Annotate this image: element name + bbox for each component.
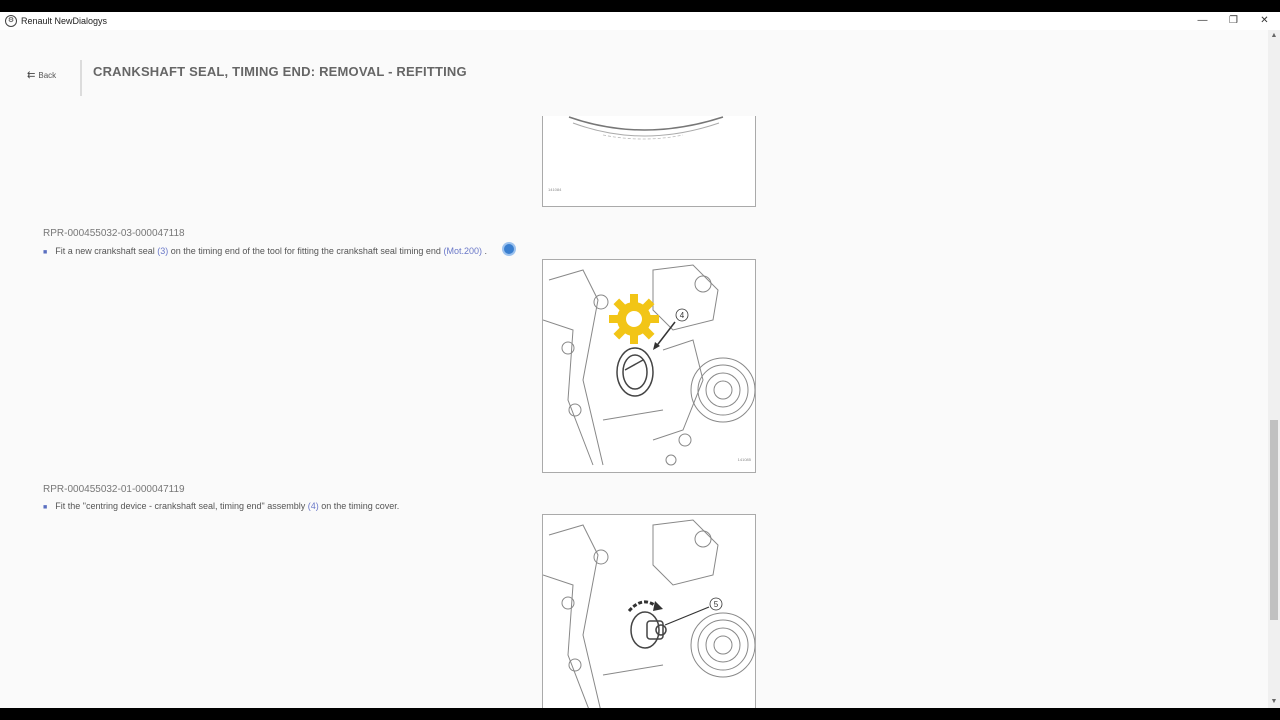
scroll-down-icon[interactable]: ▼ xyxy=(1268,696,1280,708)
window-controls: — ❐ ✕ xyxy=(1187,12,1280,30)
bullet-icon: ■ xyxy=(43,249,48,256)
step-instruction: ■ Fit the "centring device - crankshaft s… xyxy=(43,501,400,511)
figure-1-drawing xyxy=(568,116,724,140)
app-window: ⚙ Renault NewDialogys — ❐ ✕ ⇇ Back CRANK… xyxy=(0,12,1280,708)
figure-3: 5 141086 xyxy=(542,514,756,708)
scrollbar-thumb[interactable] xyxy=(1270,420,1278,620)
title-bar: ⚙ Renault NewDialogys — ❐ ✕ xyxy=(0,12,1280,30)
callout-label: 4 xyxy=(680,311,685,320)
scroll-up-icon[interactable]: ▲ xyxy=(1268,30,1280,42)
figure-3-drawing: 5 xyxy=(543,519,755,708)
gear-icon xyxy=(609,294,659,344)
callout-label: 5 xyxy=(714,600,719,609)
double-arrow-left-icon: ⇇ xyxy=(27,70,36,81)
figure-2-drawing: 4 xyxy=(543,264,755,466)
bullet-icon: ■ xyxy=(43,504,48,511)
close-icon[interactable]: ✕ xyxy=(1249,12,1280,30)
step-reference: RPR-000455032-01-000047119 xyxy=(43,484,185,495)
minimize-icon[interactable]: — xyxy=(1187,12,1218,30)
step-reference: RPR-000455032-03-000047118 xyxy=(43,228,185,239)
figure-code: 141085 xyxy=(737,457,751,462)
tool-link[interactable]: (Mot.2‌0‌0) xyxy=(443,246,482,256)
part-link-4[interactable]: (4) xyxy=(308,501,319,511)
figure-2: 4 141085 xyxy=(542,259,756,473)
mouse-cursor-icon xyxy=(504,244,514,254)
page-title: CRANKSHAFT SEAL, TIMING END: REMOVAL - R… xyxy=(93,64,467,79)
procedure-content: 141084 RPR-000455032-03-000047118 ■ Fit a… xyxy=(0,116,1268,708)
vertical-scrollbar[interactable]: ▲ ▼ xyxy=(1268,30,1280,708)
step-instruction: ■ Fit a new crankshaft seal (3) on the ti… xyxy=(43,246,487,256)
figure-1: 141084 xyxy=(542,116,756,207)
back-label: Back xyxy=(38,71,57,80)
page-header: ⇇ Back CRANKSHAFT SEAL, TIMING END: REMO… xyxy=(0,50,1268,120)
part-link-3[interactable]: (3) xyxy=(157,246,168,256)
app-icon: ⚙ xyxy=(5,15,17,27)
header-divider xyxy=(80,60,82,96)
window-title: Renault NewDialogys xyxy=(21,16,108,26)
restore-icon[interactable]: ❐ xyxy=(1218,12,1249,30)
figure-code: 141084 xyxy=(548,187,562,192)
back-button[interactable]: ⇇ Back xyxy=(27,70,56,81)
